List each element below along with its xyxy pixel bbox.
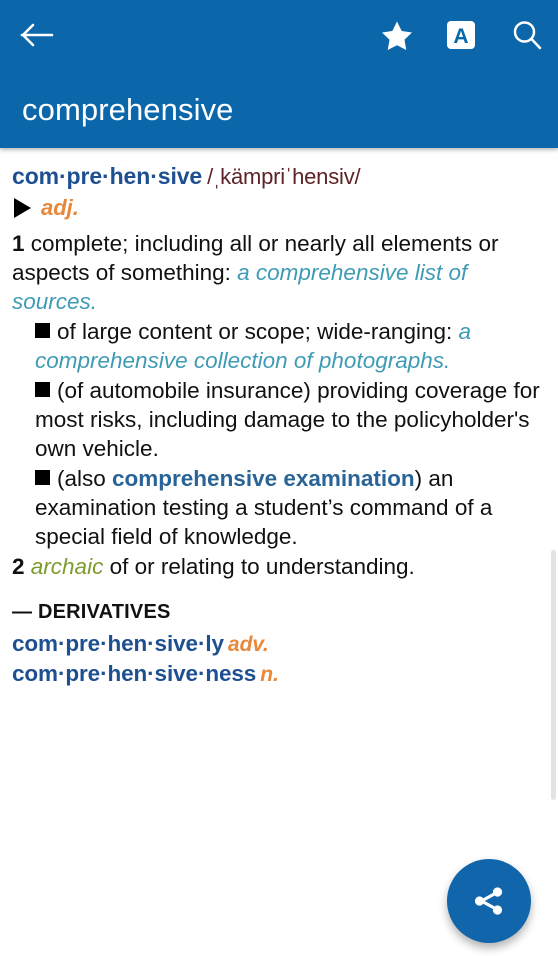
font-size-button[interactable]: A bbox=[432, 6, 490, 64]
subsense-definition: of large content or scope; wide-ranging: bbox=[57, 319, 459, 344]
square-bullet-icon bbox=[35, 323, 50, 338]
dictionary-app-screen: A comprehensive com·pre·hen·sive/ˌkämpri… bbox=[0, 0, 558, 956]
derivative-item: com·pre·hen·sive·ly adv. bbox=[12, 629, 544, 659]
subsense-2: (of automobile insurance) providing cove… bbox=[12, 376, 544, 463]
share-icon bbox=[474, 887, 503, 915]
derivative-word[interactable]: com·pre·hen·sive·ness bbox=[12, 661, 256, 686]
search-icon bbox=[513, 21, 542, 50]
pronunciation: /ˌkämpriˈhensiv/ bbox=[207, 164, 361, 189]
derivative-item: com·pre·hen·sive·ness n. bbox=[12, 659, 544, 689]
headword[interactable]: com·pre·hen·sive bbox=[12, 163, 202, 189]
derivative-part-of-speech: n. bbox=[260, 663, 279, 686]
sense-definition: of or relating to understanding. bbox=[109, 554, 415, 579]
subsense-definition: (of automobile insurance) providing cove… bbox=[35, 378, 540, 461]
font-size-icon: A bbox=[447, 21, 475, 49]
play-audio-triangle-icon[interactable] bbox=[14, 197, 31, 218]
app-bar-actions: A bbox=[0, 0, 558, 70]
sense-number: 2 bbox=[12, 554, 25, 579]
derivative-word[interactable]: com·pre·hen·sive·ly bbox=[12, 631, 224, 656]
part-of-speech-label: adj. bbox=[41, 195, 79, 220]
subsense-3: (also comprehensive examination) an exam… bbox=[12, 464, 544, 551]
scrollbar[interactable] bbox=[551, 550, 556, 800]
sense-2: 2 archaic of or relating to understandin… bbox=[12, 552, 544, 581]
app-bar: A comprehensive bbox=[0, 0, 558, 148]
cross-reference-link[interactable]: comprehensive examination bbox=[112, 466, 415, 491]
bookmark-button[interactable] bbox=[368, 6, 426, 64]
back-arrow-icon bbox=[20, 23, 54, 47]
share-fab-button[interactable] bbox=[447, 859, 531, 943]
search-button[interactable] bbox=[498, 6, 556, 64]
part-of-speech-line: adj. bbox=[12, 193, 544, 222]
subsense-prefix: (also bbox=[57, 466, 113, 491]
derivative-part-of-speech: adv. bbox=[227, 633, 269, 656]
star-bookmark-icon bbox=[382, 21, 412, 50]
subsense-1: of large content or scope; wide-ranging:… bbox=[12, 317, 544, 375]
square-bullet-icon bbox=[35, 470, 50, 485]
square-bullet-icon bbox=[35, 382, 50, 397]
usage-label: archaic bbox=[30, 554, 104, 579]
derivatives-heading: — DERIVATIVES bbox=[12, 601, 171, 623]
entry-content[interactable]: com·pre·hen·sive/ˌkämpriˈhensiv/ adj. 1 … bbox=[0, 148, 558, 956]
headword-line: com·pre·hen·sive/ˌkämpriˈhensiv/ bbox=[12, 162, 544, 191]
svg-text:A: A bbox=[453, 25, 468, 48]
page-title: comprehensive bbox=[22, 92, 234, 127]
sense-number: 1 bbox=[12, 231, 25, 256]
back-button[interactable] bbox=[8, 6, 66, 64]
sense-1: 1 complete; including all or nearly all … bbox=[12, 229, 544, 316]
